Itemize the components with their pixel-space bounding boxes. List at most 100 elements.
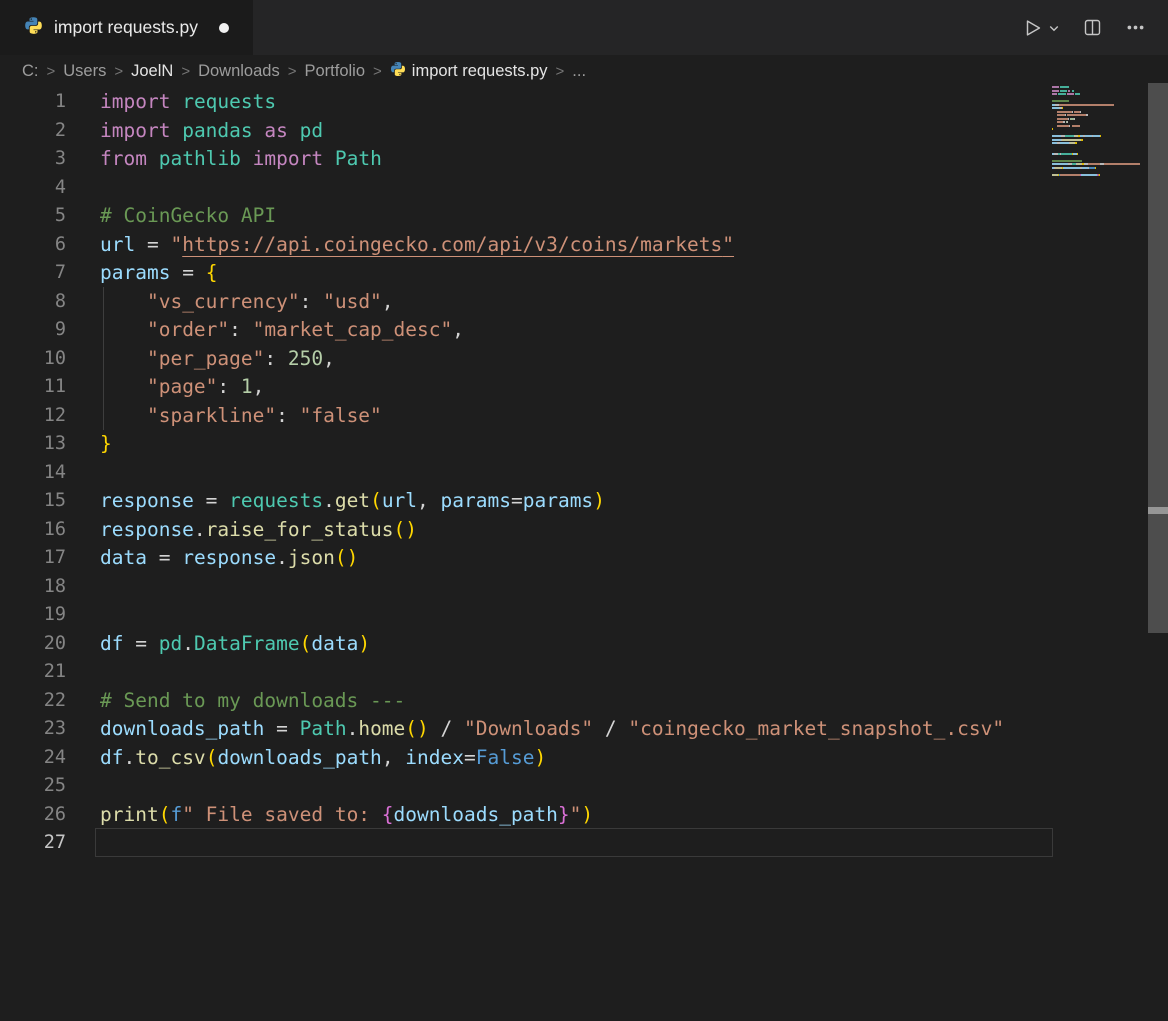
code-line[interactable]: 15response = requests.get(url, params=pa… — [0, 487, 1148, 516]
code-text: response.raise_for_status() — [66, 516, 417, 545]
breadcrumb-users[interactable]: Users — [63, 62, 106, 81]
code-text: params = { — [66, 259, 217, 288]
minimap-line — [1052, 93, 1146, 95]
code-line[interactable]: 11 "page": 1, — [0, 373, 1148, 402]
line-number: 26 — [0, 801, 66, 830]
breadcrumb-separator-icon: > — [556, 63, 565, 80]
breadcrumb-symbol-ellipsis[interactable]: ... — [572, 62, 586, 81]
code-line[interactable]: 26print(f" File saved to: {downloads_pat… — [0, 801, 1148, 830]
code-line[interactable]: 13} — [0, 430, 1148, 459]
code-line[interactable]: 4 — [0, 174, 1148, 203]
code-text: } — [66, 430, 112, 459]
tab-bar: import requests.py — [0, 0, 1168, 55]
code-line[interactable]: 25 — [0, 772, 1148, 801]
minimap-line — [1052, 149, 1146, 151]
minimap-line — [1052, 90, 1146, 92]
code-line[interactable]: 9 "order": "market_cap_desc", — [0, 316, 1148, 345]
minimap-line — [1052, 132, 1146, 134]
code-line[interactable]: 16response.raise_for_status() — [0, 516, 1148, 545]
code-line[interactable]: 14 — [0, 459, 1148, 488]
code-text: downloads_path = Path.home() / "Download… — [66, 715, 1004, 744]
line-number: 22 — [0, 687, 66, 716]
minimap-line — [1052, 100, 1146, 102]
breadcrumb: C: > Users > JoelN > Downloads > Portfol… — [0, 55, 1168, 88]
code-line[interactable]: 20df = pd.DataFrame(data) — [0, 630, 1148, 659]
tab-import-requests[interactable]: import requests.py — [0, 0, 253, 55]
minimap-line — [1052, 153, 1146, 155]
python-file-icon — [390, 61, 406, 82]
code-area[interactable]: 1import requests2import pandas as pd3fro… — [0, 88, 1148, 858]
code-text — [66, 174, 100, 203]
breadcrumb-downloads[interactable]: Downloads — [198, 62, 280, 81]
code-text: import requests — [66, 88, 276, 117]
code-text — [66, 658, 100, 687]
code-text — [66, 829, 100, 858]
minimap[interactable] — [1052, 86, 1146, 181]
code-line[interactable]: 19 — [0, 601, 1148, 630]
editor-pane: 1import requests2import pandas as pd3fro… — [0, 88, 1168, 1021]
line-number: 1 — [0, 88, 66, 117]
breadcrumb-separator-icon: > — [114, 63, 123, 80]
line-number: 6 — [0, 231, 66, 260]
more-actions-button[interactable] — [1125, 17, 1146, 38]
code-text: response = requests.get(url, params=para… — [66, 487, 605, 516]
code-line[interactable]: 23downloads_path = Path.home() / "Downlo… — [0, 715, 1148, 744]
code-text: import pandas as pd — [66, 117, 323, 146]
code-line[interactable]: 8 "vs_currency": "usd", — [0, 288, 1148, 317]
code-text — [66, 459, 100, 488]
python-file-icon — [24, 16, 43, 40]
line-number: 20 — [0, 630, 66, 659]
minimap-line — [1052, 111, 1146, 113]
code-text — [66, 601, 100, 630]
line-number: 25 — [0, 772, 66, 801]
line-number: 5 — [0, 202, 66, 231]
line-number: 15 — [0, 487, 66, 516]
line-number: 14 — [0, 459, 66, 488]
code-text: # CoinGecko API — [66, 202, 276, 231]
code-line[interactable]: 24df.to_csv(downloads_path, index=False) — [0, 744, 1148, 773]
code-text: url = "https://api.coingecko.com/api/v3/… — [66, 231, 734, 260]
line-number: 2 — [0, 117, 66, 146]
code-line[interactable]: 2import pandas as pd — [0, 117, 1148, 146]
code-line[interactable]: 5# CoinGecko API — [0, 202, 1148, 231]
code-text — [66, 772, 100, 801]
minimap-line — [1052, 97, 1146, 99]
vertical-scrollbar — [1148, 83, 1168, 1021]
breadcrumb-file[interactable]: import requests.py — [390, 61, 548, 82]
minimap-line — [1052, 114, 1146, 116]
code-line[interactable]: 10 "per_page": 250, — [0, 345, 1148, 374]
minimap-line — [1052, 156, 1146, 158]
code-text: "order": "market_cap_desc", — [66, 316, 464, 345]
minimap-line — [1052, 177, 1146, 179]
code-line[interactable]: 21 — [0, 658, 1148, 687]
code-line[interactable]: 17data = response.json() — [0, 544, 1148, 573]
minimap-line — [1052, 104, 1146, 106]
run-python-file-button[interactable] — [1022, 17, 1060, 39]
minimap-line — [1052, 174, 1146, 176]
code-line[interactable]: 7params = { — [0, 259, 1148, 288]
line-number: 23 — [0, 715, 66, 744]
code-line[interactable]: 27 — [0, 829, 1148, 858]
line-number: 8 — [0, 288, 66, 317]
line-number: 18 — [0, 573, 66, 602]
unsaved-changes-dot[interactable] — [219, 23, 229, 33]
line-number: 3 — [0, 145, 66, 174]
code-line[interactable]: 12 "sparkline": "false" — [0, 402, 1148, 431]
breadcrumb-separator-icon: > — [181, 63, 190, 80]
code-line[interactable]: 3from pathlib import Path — [0, 145, 1148, 174]
breadcrumb-joeln[interactable]: JoelN — [131, 62, 173, 81]
scrollbar-slider[interactable] — [1148, 83, 1168, 633]
code-line[interactable]: 1import requests — [0, 88, 1148, 117]
line-number: 13 — [0, 430, 66, 459]
code-text: "page": 1, — [66, 373, 264, 402]
split-editor-button[interactable] — [1082, 17, 1103, 38]
line-number: 9 — [0, 316, 66, 345]
breadcrumb-drive[interactable]: C: — [22, 62, 39, 81]
code-line[interactable]: 6url = "https://api.coingecko.com/api/v3… — [0, 231, 1148, 260]
code-line[interactable]: 22# Send to my downloads --- — [0, 687, 1148, 716]
line-number: 7 — [0, 259, 66, 288]
breadcrumb-separator-icon: > — [288, 63, 297, 80]
breadcrumb-portfolio[interactable]: Portfolio — [304, 62, 365, 81]
code-line[interactable]: 18 — [0, 573, 1148, 602]
code-text: print(f" File saved to: {downloads_path}… — [66, 801, 593, 830]
